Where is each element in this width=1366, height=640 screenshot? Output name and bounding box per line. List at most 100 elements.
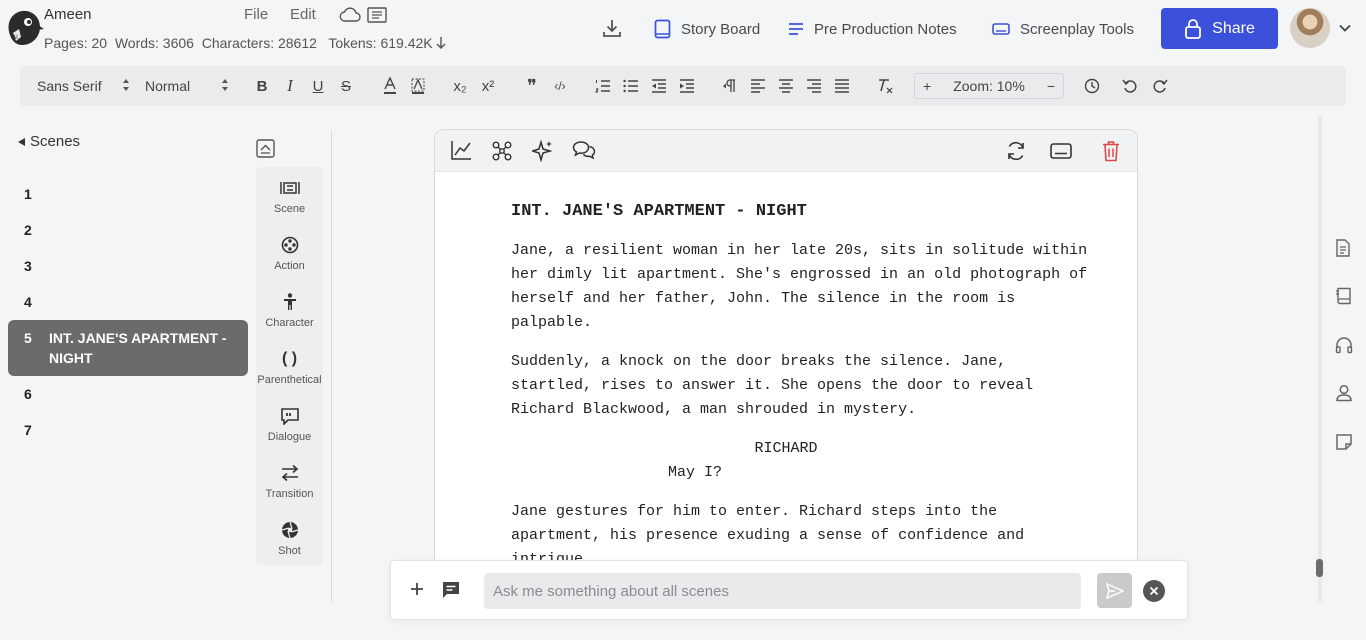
screenplay-tools-link[interactable]: Screenplay Tools [992,19,1134,39]
font-select-arrows-icon[interactable] [122,77,130,93]
action-paragraph[interactable]: Jane gestures for him to enter. Richard … [511,500,1091,568]
stats-text: Pages: 20 Words: 3606 Characters: 28612 … [44,35,433,51]
menu-edit[interactable]: Edit [290,6,316,23]
share-button[interactable]: Share [1161,8,1278,49]
action-paragraph[interactable]: Jane, a resilient woman in her late 20s,… [511,239,1091,335]
svg-text:AI: AI [12,34,18,41]
trash-icon[interactable] [1102,140,1120,162]
character-cue[interactable]: RICHARD [511,437,1061,461]
code-block-button[interactable]: ‹/› [550,76,570,96]
scene-label: INT. JANE'S APARTMENT - NIGHT [49,330,227,366]
line-chart-icon[interactable] [451,140,472,160]
palette-scene[interactable]: Scene [256,167,323,224]
text-color-icon[interactable] [380,76,400,96]
blockquote-button[interactable]: ❞ [522,76,542,96]
cloud-icon[interactable] [339,7,361,23]
lock-icon [1184,18,1202,39]
dialogue-line[interactable]: May I? [511,461,1091,485]
align-right-icon[interactable] [804,76,824,96]
scene-number: 1 [24,186,32,202]
message-icon[interactable] [441,580,461,600]
pre-production-notes-link[interactable]: Pre Production Notes [788,19,957,39]
refresh-icon[interactable] [1005,140,1027,162]
highlight-color-icon[interactable] [408,76,428,96]
comments-icon[interactable] [572,140,596,160]
notebook-icon[interactable] [1335,287,1353,305]
chat-input[interactable] [484,573,1081,609]
scene-item-5[interactable]: 5 INT. JANE'S APARTMENT - NIGHT [8,320,248,376]
headphones-icon[interactable] [1335,336,1353,354]
palette-dialogue[interactable]: Dialogue [256,395,323,452]
avatar[interactable] [1290,8,1330,48]
network-graph-icon[interactable] [491,140,513,162]
zoom-in-button[interactable]: + [923,78,931,94]
history-icon[interactable] [1082,76,1102,96]
menu-file[interactable]: File [244,6,268,23]
clear-format-icon[interactable] [875,76,895,96]
undo-icon[interactable] [1120,76,1140,96]
palette-character-label: Character [265,317,314,329]
underline-button[interactable]: U [308,76,328,96]
download-icon[interactable] [602,18,622,38]
user-icon[interactable] [1335,384,1353,402]
sparkle-icon[interactable] [532,140,554,162]
scene-heading[interactable]: INT. JANE'S APARTMENT - NIGHT [511,200,1091,224]
editor-toolbar [435,130,1137,172]
align-left-icon[interactable] [748,76,768,96]
storyboard-icon [654,19,671,39]
plus-icon[interactable] [409,581,425,597]
font-size-select[interactable]: Normal [145,78,190,94]
document-icon[interactable] [1335,239,1351,257]
strikethrough-button[interactable]: S [336,76,356,96]
italic-button[interactable]: I [280,76,300,96]
keyboard-icon[interactable] [1050,142,1072,160]
palette-scene-label: Scene [273,203,306,215]
share-label: Share [1212,19,1255,37]
format-toolbar: Sans Serif Normal B I U S x₂ x² ❞ ‹/› + … [20,66,1346,106]
bold-button[interactable]: B [252,76,272,96]
script-editor: INT. JANE'S APARTMENT - NIGHT Jane, a re… [434,129,1138,569]
send-button[interactable] [1097,573,1132,608]
palette-collapse-icon[interactable] [256,139,275,158]
ordered-list-icon[interactable] [593,76,613,96]
scrollbar-thumb[interactable] [1316,559,1323,577]
scene-number: 7 [24,422,32,438]
script-page[interactable]: INT. JANE'S APARTMENT - NIGHT Jane, a re… [511,200,1091,568]
palette-dialogue-label: Dialogue [267,431,312,443]
palette-transition[interactable]: Transition [256,452,323,509]
action-paragraph[interactable]: Suddenly, a knock on the door breaks the… [511,350,1091,422]
subscript-button[interactable]: x₂ [450,76,470,96]
ai-chat-bar [390,560,1188,620]
palette-action-label: Action [274,260,305,272]
story-board-label: Story Board [681,20,761,38]
superscript-button[interactable]: x² [478,76,498,96]
sticky-note-icon[interactable] [1335,433,1353,451]
text-direction-icon[interactable] [720,76,740,96]
palette-shot[interactable]: Shot [256,509,323,566]
redo-icon[interactable] [1150,76,1170,96]
chevron-down-icon[interactable] [1339,24,1351,32]
close-icon[interactable] [1143,580,1165,602]
size-select-arrows-icon[interactable] [221,77,229,93]
notes-icon[interactable] [367,7,387,23]
scene-number: 3 [24,258,32,274]
palette-transition-label: Transition [265,488,314,500]
indent-icon[interactable] [677,76,697,96]
keyboard-icon [992,22,1010,36]
font-family-select[interactable]: Sans Serif [37,78,102,94]
project-name[interactable]: Ameen [44,6,92,23]
zoom-out-button[interactable]: − [1047,78,1055,94]
align-justify-icon[interactable] [832,76,852,96]
scenes-toggle[interactable]: Scenes [17,133,80,150]
app-logo[interactable]: AI [4,5,44,49]
outdent-icon[interactable] [649,76,669,96]
story-board-link[interactable]: Story Board [654,19,760,39]
palette-parenthetical[interactable]: ( ) Parenthetical [256,338,323,395]
zoom-level: Zoom: 10% [953,78,1025,94]
palette-character[interactable]: Character [256,281,323,338]
scrollbar-track[interactable] [1318,115,1322,602]
bullet-list-icon[interactable] [621,76,641,96]
tokens-down-icon[interactable] [436,36,446,50]
palette-action[interactable]: Action [256,224,323,281]
align-center-icon[interactable] [776,76,796,96]
